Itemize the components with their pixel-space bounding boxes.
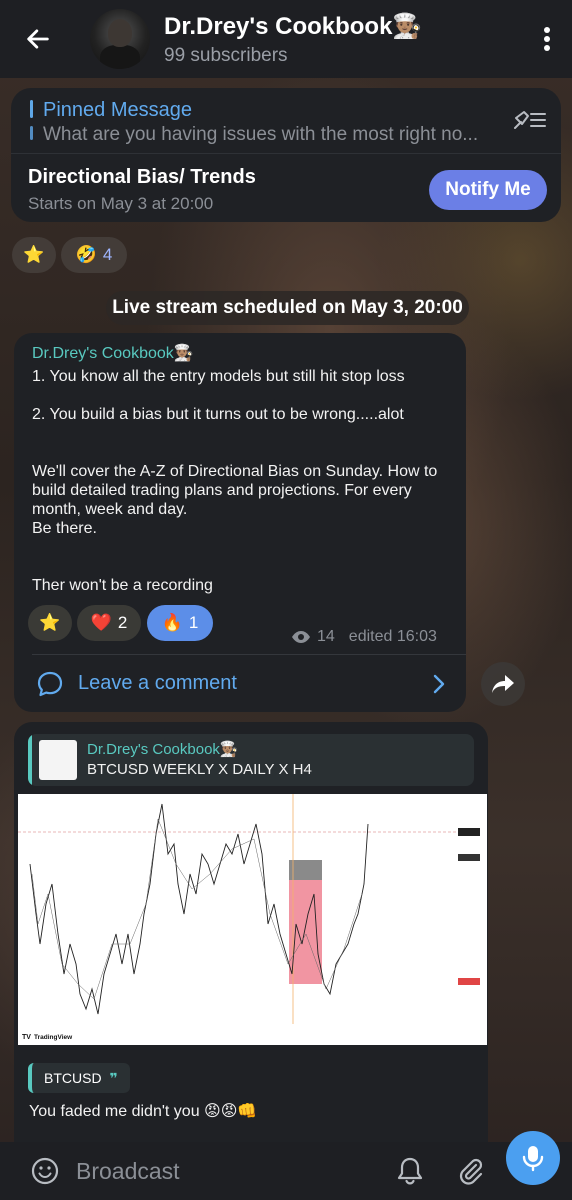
- message-meta: 14 edited 16:03: [291, 628, 437, 646]
- message-bubble[interactable]: Dr.Drey's Cookbook👨🏽‍🍳 1. You know all t…: [14, 333, 466, 712]
- quote-icon: ❞: [109, 1069, 118, 1086]
- more-menu-button[interactable]: [522, 0, 572, 78]
- comment-icon: [37, 671, 63, 696]
- reaction-count: 1: [188, 613, 199, 632]
- composer: Broadcast: [0, 1142, 572, 1200]
- reaction-count: 4: [102, 245, 113, 264]
- zone-red: [289, 880, 322, 984]
- voice-record-button[interactable]: [506, 1131, 560, 1185]
- service-message: Live stream scheduled on May 3, 20:00: [106, 291, 469, 325]
- quote-sender: Dr.Drey's Cookbook👨🏽‍🍳: [87, 741, 239, 758]
- reply-text: You faded me didn't you 😡😡👊: [29, 1103, 258, 1120]
- laugh-emoji: 🤣: [75, 245, 97, 264]
- microphone-icon: [522, 1146, 544, 1172]
- live-stream-title: Directional Bias/ Trends: [28, 166, 256, 188]
- reaction-heart[interactable]: ❤️ 2: [77, 605, 141, 641]
- zone-grey: [289, 860, 322, 880]
- chart-brand: TradingView: [34, 1034, 73, 1041]
- message-paragraph: We'll cover the A-Z of Directional Bias …: [32, 463, 438, 518]
- view-count: 14: [317, 628, 335, 645]
- channel-title-block[interactable]: Dr.Drey's Cookbook👨🏽‍🍳 99 subscribers: [164, 12, 522, 67]
- chevron-right-icon: [433, 674, 445, 694]
- notify-me-button[interactable]: Notify Me: [429, 170, 547, 210]
- reaction-laugh[interactable]: 🤣 4: [61, 237, 127, 273]
- channel-title: Dr.Drey's Cookbook👨🏽‍🍳: [164, 12, 423, 40]
- back-button[interactable]: [0, 0, 76, 78]
- comment-label: Leave a comment: [78, 672, 237, 694]
- message-bubble[interactable]: Dr.Drey's Cookbook👨🏽‍🍳 BTCUSD WEEKLY X D…: [14, 722, 488, 1142]
- message-line-2: 2. You build a bias but it turns out to …: [32, 406, 404, 423]
- more-vertical-icon: [544, 27, 550, 51]
- edited-time: edited 16:03: [348, 628, 437, 645]
- pin-indicator: [30, 100, 33, 118]
- quote-text: BTCUSD WEEKLY X DAILY X H4: [87, 761, 312, 778]
- arrow-left-icon: [27, 29, 49, 49]
- reply-chip-label: BTCUSD: [44, 1070, 102, 1086]
- chart-image[interactable]: TV TradingView: [18, 794, 487, 1045]
- paperclip-icon[interactable]: [456, 1156, 486, 1186]
- leave-comment-button[interactable]: Leave a comment: [14, 655, 466, 712]
- star-emoji: ⭐: [23, 245, 45, 264]
- emoji-icon[interactable]: [30, 1156, 60, 1186]
- svg-text:TV: TV: [22, 1034, 31, 1041]
- live-stream-time: Starts on May 3 at 20:00: [28, 194, 214, 213]
- message-paragraph-2: Be there.: [32, 520, 97, 537]
- fire-emoji: 🔥: [161, 613, 183, 632]
- bell-icon[interactable]: [396, 1156, 424, 1186]
- heart-emoji: ❤️: [90, 613, 112, 632]
- tradingview-logo: TV TradingView: [22, 1034, 73, 1041]
- reply-chip[interactable]: BTCUSD ❞: [28, 1063, 130, 1093]
- pinned-message[interactable]: Pinned Message What are you having issue…: [11, 88, 561, 154]
- share-button[interactable]: [481, 662, 525, 706]
- message-paragraph-3: Ther won't be a recording: [32, 577, 213, 594]
- eye-icon: [292, 631, 310, 643]
- message-sender: Dr.Drey's Cookbook👨🏽‍🍳: [32, 345, 194, 362]
- reaction-star[interactable]: ⭐: [12, 237, 56, 273]
- subscriber-count: 99 subscribers: [164, 44, 288, 66]
- pin-list-icon[interactable]: [513, 108, 547, 132]
- message-line-1: 1. You know all the entry models but sti…: [32, 368, 405, 385]
- forwarded-quote[interactable]: Dr.Drey's Cookbook👨🏽‍🍳 BTCUSD WEEKLY X D…: [28, 734, 474, 786]
- broadcast-input[interactable]: Broadcast: [76, 1158, 396, 1185]
- reaction-fire[interactable]: 🔥 1: [147, 605, 213, 641]
- quote-bar: [28, 734, 32, 786]
- quote-thumbnail: [39, 740, 77, 780]
- chat-header: Dr.Drey's Cookbook👨🏽‍🍳 99 subscribers: [0, 0, 572, 78]
- reaction-count: 2: [117, 613, 128, 632]
- channel-avatar[interactable]: [90, 9, 150, 69]
- pinned-text: What are you having issues with the most…: [43, 124, 479, 145]
- forward-icon: [492, 675, 514, 693]
- chart-svg: TV TradingView: [18, 794, 487, 1045]
- pinned-label: Pinned Message: [43, 99, 192, 121]
- pinned-banner: Pinned Message What are you having issue…: [11, 88, 561, 222]
- reaction-star[interactable]: ⭐: [28, 605, 72, 641]
- star-emoji: ⭐: [39, 613, 61, 632]
- pin-indicator-secondary: [30, 126, 33, 140]
